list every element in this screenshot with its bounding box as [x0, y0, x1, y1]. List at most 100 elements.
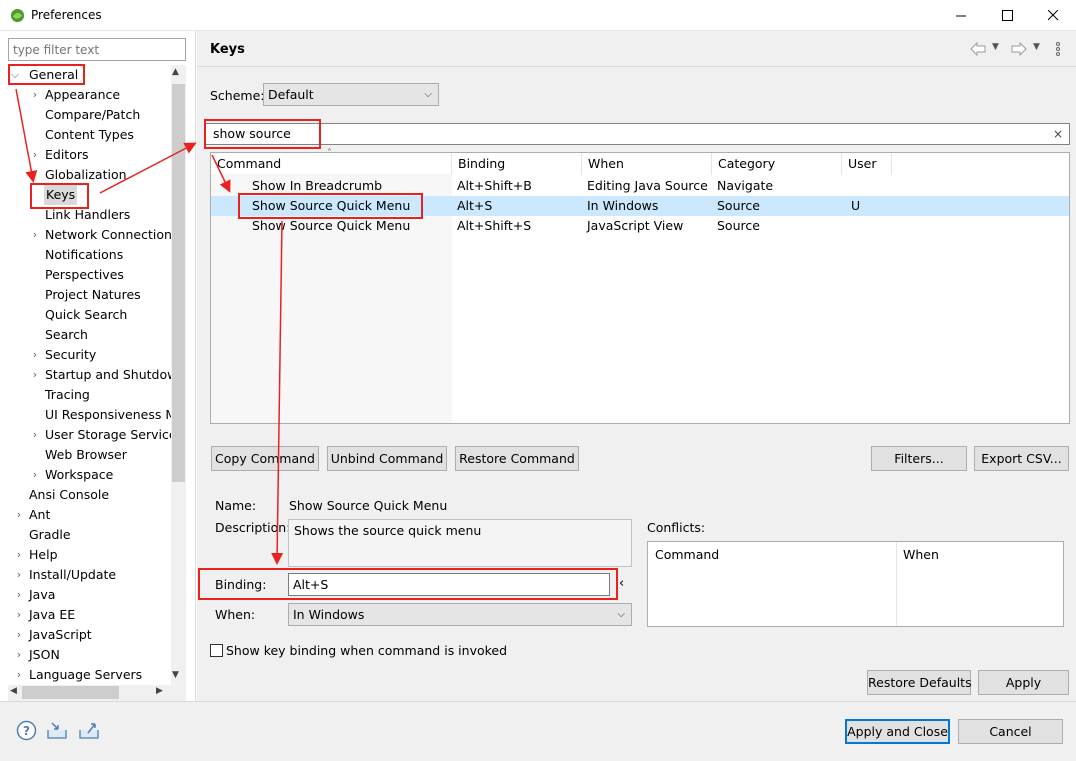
scheme-select[interactable]: Default ⌵	[263, 83, 439, 106]
cell-user[interactable]	[845, 216, 851, 236]
cell-command[interactable]: Show In Breadcrumb	[246, 176, 382, 196]
back-dropdown-icon[interactable]: ▼	[992, 42, 999, 52]
column-header-when[interactable]: When	[582, 153, 712, 175]
column-header-category[interactable]: Category	[712, 153, 842, 175]
chevron-right-icon[interactable]: ›	[30, 345, 40, 365]
help-icon[interactable]: ?	[16, 720, 37, 741]
cell-command[interactable]: Show Source Quick Menu	[246, 196, 410, 216]
tree-item-keys[interactable]: Keys	[44, 185, 78, 205]
unbind-command-button[interactable]: Unbind Command	[327, 446, 447, 471]
tree-item-label: Workspace	[45, 467, 114, 482]
chevron-right-icon[interactable]: ›	[30, 465, 40, 485]
maximize-button[interactable]	[984, 0, 1030, 31]
conflicts-header-command[interactable]: Command	[655, 547, 719, 562]
tree-item-label: Ansi Console	[29, 487, 110, 502]
chevron-right-icon[interactable]: ›	[14, 565, 24, 585]
eclipse-leaf-icon	[10, 8, 25, 23]
tree-item-project-natures[interactable]: Project Natures	[45, 285, 141, 305]
tree-item-web-browser[interactable]: Web Browser	[45, 445, 127, 465]
apply-and-close-button[interactable]: Apply and Close	[845, 719, 950, 744]
cell-when[interactable]: JavaScript View	[581, 216, 683, 236]
chevron-right-icon[interactable]: ›	[14, 645, 24, 665]
cell-command[interactable]: Show Source Quick Menu	[246, 216, 410, 236]
tree-vertical-scroll-thumb[interactable]	[172, 84, 185, 482]
scroll-up-icon[interactable]: ▲	[172, 67, 179, 77]
tree-item-tracing[interactable]: Tracing	[45, 385, 90, 405]
close-button[interactable]	[1030, 0, 1076, 31]
binding-menu-icon[interactable]: ‹	[619, 576, 624, 591]
binding-label: Binding:	[215, 577, 267, 592]
chevron-right-icon[interactable]: ›	[30, 225, 40, 245]
export-csv-button[interactable]: Export CSV...	[974, 446, 1069, 471]
tree-item-label: Project Natures	[45, 287, 141, 302]
cell-binding[interactable]: Alt+Shift+B	[451, 176, 532, 196]
apply-button[interactable]: Apply	[978, 670, 1069, 695]
tree-item-label: Globalization	[45, 167, 127, 182]
tree-item-globalization[interactable]: Globalization	[45, 165, 127, 185]
export-icon[interactable]	[78, 720, 100, 740]
chevron-right-icon[interactable]: ›	[14, 585, 24, 605]
minimize-button[interactable]	[938, 0, 984, 31]
cell-category[interactable]: Source	[711, 196, 760, 216]
tree-item-label: General	[29, 67, 79, 82]
clear-icon[interactable]: ×	[1053, 126, 1063, 142]
chevron-right-icon[interactable]: ›	[30, 425, 40, 445]
tree-item-ui-responsiveness[interactable]: UI Responsiveness Monitoring	[45, 405, 171, 425]
command-search-input[interactable]: show source ×	[204, 123, 1070, 145]
tree-item-perspectives[interactable]: Perspectives	[45, 265, 124, 285]
filter-input[interactable]	[8, 38, 186, 61]
cell-binding[interactable]: Alt+Shift+S	[451, 216, 531, 236]
when-select[interactable]: In Windows ⌵	[288, 603, 632, 626]
forward-arrow-icon[interactable]	[1011, 42, 1027, 56]
tree-item-compare-patch[interactable]: Compare/Patch	[45, 105, 140, 125]
view-menu-icon[interactable]	[1055, 42, 1061, 56]
chevron-down-icon[interactable]: ⌵	[10, 65, 20, 85]
chevron-right-icon[interactable]: ›	[14, 665, 24, 685]
chevron-right-icon[interactable]: ›	[14, 545, 24, 565]
tree-item-quick-search[interactable]: Quick Search	[45, 305, 127, 325]
cell-user[interactable]: U	[845, 196, 860, 216]
import-icon[interactable]	[46, 720, 68, 740]
chevron-right-icon[interactable]: ›	[14, 505, 24, 525]
copy-command-button[interactable]: Copy Command	[211, 446, 319, 471]
tree-item-gradle[interactable]: Gradle	[29, 525, 71, 545]
chevron-right-icon[interactable]: ›	[30, 365, 40, 385]
show-binding-checkbox[interactable]	[210, 644, 223, 657]
tree-item-label: Perspectives	[45, 267, 124, 282]
cell-category[interactable]: Source	[711, 216, 760, 236]
back-arrow-icon[interactable]	[970, 42, 986, 56]
tree-item-label: Link Handlers	[45, 207, 131, 222]
chevron-right-icon[interactable]: ›	[30, 145, 40, 165]
binding-input[interactable]: Alt+S	[288, 573, 610, 596]
svg-text:?: ?	[23, 724, 30, 738]
cell-category[interactable]: Navigate	[711, 176, 773, 196]
tree-item-notifications[interactable]: Notifications	[45, 245, 123, 265]
restore-defaults-button[interactable]: Restore Defaults	[867, 670, 972, 695]
column-header-user[interactable]: User	[842, 153, 892, 175]
chevron-right-icon[interactable]: ›	[14, 625, 24, 645]
tree-item-link-handlers[interactable]: Link Handlers	[45, 205, 130, 225]
conflicts-header-when[interactable]: When	[903, 547, 939, 562]
tree-item-ansi-console[interactable]: Ansi Console	[29, 485, 109, 505]
filters-button[interactable]: Filters...	[871, 446, 967, 471]
tree-item-content-types[interactable]: Content Types	[45, 125, 134, 145]
scroll-down-icon[interactable]: ▼	[172, 670, 179, 680]
tree-horizontal-scroll-thumb[interactable]	[22, 686, 119, 699]
restore-command-button[interactable]: Restore Command	[455, 446, 579, 471]
chevron-right-icon[interactable]: ›	[14, 605, 24, 625]
cell-when[interactable]: Editing Java Source	[581, 176, 708, 196]
scroll-right-icon[interactable]: ▶	[156, 686, 163, 696]
chevron-down-icon: ⌵	[617, 609, 625, 620]
scroll-left-icon[interactable]: ◀	[10, 686, 17, 696]
cell-user[interactable]	[845, 176, 851, 196]
chevron-down-icon: ⌵	[424, 89, 432, 100]
tree-item-search[interactable]: Search	[45, 325, 88, 345]
when-value: In Windows	[293, 607, 365, 622]
show-binding-checkbox-label[interactable]: Show key binding when command is invoked	[226, 643, 507, 658]
forward-dropdown-icon[interactable]: ▼	[1033, 42, 1040, 52]
column-header-binding[interactable]: Binding	[452, 153, 582, 175]
cell-when[interactable]: In Windows	[581, 196, 658, 216]
cell-binding[interactable]: Alt+S	[451, 196, 492, 216]
cancel-button[interactable]: Cancel	[958, 719, 1063, 744]
chevron-right-icon[interactable]: ›	[30, 85, 40, 105]
